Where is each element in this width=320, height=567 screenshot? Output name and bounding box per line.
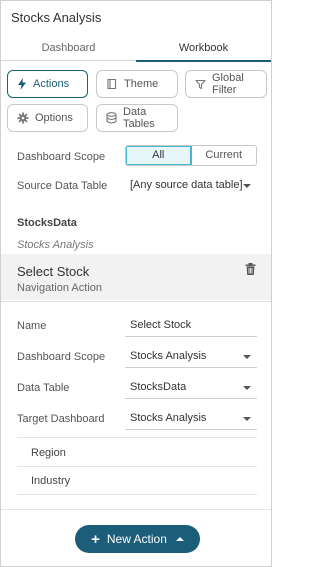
tab-bar: Dashboard Workbook bbox=[1, 35, 271, 62]
footer-divider bbox=[1, 509, 271, 510]
tab-dashboard[interactable]: Dashboard bbox=[1, 35, 136, 61]
dashboard-scope-filter-label: Dashboard Scope bbox=[17, 151, 106, 163]
book-icon bbox=[107, 78, 117, 90]
source-table-value: [Any source data table] bbox=[130, 179, 243, 191]
data-table-label: Data Table bbox=[17, 382, 70, 394]
database-icon bbox=[106, 112, 117, 124]
group-subtitle: Stocks Analysis bbox=[17, 239, 94, 251]
parameter-list: Region Industry bbox=[17, 437, 257, 495]
actions-button[interactable]: Actions bbox=[7, 70, 88, 98]
tab-workbook[interactable]: Workbook bbox=[136, 35, 271, 62]
caret-up-icon bbox=[175, 537, 184, 541]
group-title: StocksData bbox=[17, 217, 77, 229]
parameter-item-region[interactable]: Region bbox=[31, 447, 66, 459]
data-tables-button-label: Data Tables bbox=[123, 106, 155, 130]
theme-button[interactable]: Theme bbox=[96, 70, 178, 98]
action-name: Select Stock bbox=[17, 264, 90, 279]
target-dashboard-value: Stocks Analysis bbox=[130, 412, 207, 424]
scope-all-option[interactable]: All bbox=[126, 146, 192, 165]
lightning-icon bbox=[18, 78, 26, 90]
global-filter-button-label: Global Filter bbox=[212, 72, 244, 96]
scope-segmented-control: All Current bbox=[125, 145, 257, 166]
theme-button-label: Theme bbox=[124, 78, 159, 90]
source-table-select[interactable]: [Any source data table] bbox=[125, 175, 257, 197]
actions-button-label: Actions bbox=[33, 78, 70, 90]
list-divider bbox=[17, 466, 257, 467]
new-action-label: New Action bbox=[106, 532, 167, 546]
chevron-down-icon bbox=[243, 386, 251, 390]
funnel-icon bbox=[195, 79, 206, 89]
data-table-select[interactable]: StocksData bbox=[125, 377, 257, 399]
options-button[interactable]: Options bbox=[7, 104, 88, 132]
global-filter-button[interactable]: Global Filter bbox=[185, 70, 267, 98]
data-tables-button[interactable]: Data Tables bbox=[96, 104, 178, 132]
chevron-down-icon bbox=[243, 184, 251, 188]
data-table-value: StocksData bbox=[130, 381, 187, 393]
dashboard-scope-select[interactable]: Stocks Analysis bbox=[125, 346, 257, 368]
divider bbox=[1, 301, 271, 302]
gear-icon bbox=[17, 112, 29, 124]
action-list-item[interactable]: Select Stock Navigation Action bbox=[1, 254, 271, 300]
name-label: Name bbox=[17, 320, 47, 332]
options-button-label: Options bbox=[35, 112, 73, 124]
source-table-label: Source Data Table bbox=[17, 180, 108, 192]
new-action-button[interactable]: + New Action bbox=[75, 525, 200, 553]
action-type: Navigation Action bbox=[17, 282, 102, 294]
parameter-item-industry[interactable]: Industry bbox=[31, 475, 70, 487]
scope-current-option[interactable]: Current bbox=[192, 146, 257, 165]
actions-panel: Stocks Analysis Dashboard Workbook Actio… bbox=[0, 0, 272, 567]
dashboard-scope-value: Stocks Analysis bbox=[130, 350, 207, 362]
chevron-down-icon bbox=[243, 417, 251, 421]
target-dashboard-select[interactable]: Stocks Analysis bbox=[125, 408, 257, 430]
dashboard-scope-label: Dashboard Scope bbox=[17, 351, 106, 363]
panel-title: Stocks Analysis bbox=[11, 10, 102, 25]
list-divider bbox=[17, 494, 257, 495]
chevron-down-icon bbox=[243, 355, 251, 359]
trash-icon[interactable] bbox=[245, 263, 256, 275]
plus-icon: + bbox=[91, 530, 100, 548]
target-dashboard-label: Target Dashboard bbox=[17, 413, 105, 425]
name-input[interactable]: Select Stock bbox=[125, 315, 257, 337]
